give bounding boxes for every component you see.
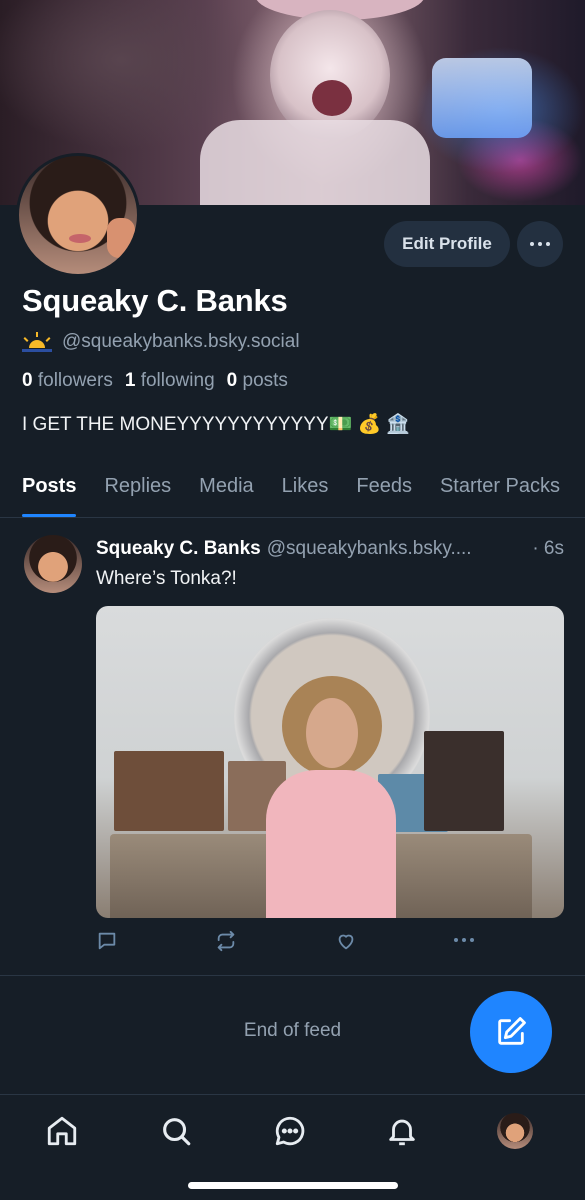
home-indicator: [188, 1182, 398, 1189]
tab-posts[interactable]: Posts: [0, 470, 90, 517]
banner-mouth: [312, 80, 352, 116]
post-header: Squeaky C. Banks @squeakybanks.bsky.... …: [96, 538, 564, 560]
like-icon[interactable]: [334, 930, 358, 957]
post-actions: [96, 930, 564, 958]
search-icon[interactable]: [158, 1113, 194, 1149]
post-text: Where’s Tonka?!: [96, 568, 237, 589]
profile-stats: 0 followers 1 following 0 posts: [22, 370, 288, 392]
nav-profile-avatar[interactable]: [497, 1113, 533, 1149]
following-stat[interactable]: 1 following: [125, 370, 215, 392]
avatar-lips: [69, 234, 91, 243]
feed-divider: [0, 975, 585, 976]
profile-tabs: Posts Replies Media Likes Feeds Starter …: [0, 470, 585, 518]
repost-icon[interactable]: [214, 930, 238, 957]
profile-handle: @squeakybanks.bsky.social: [62, 331, 300, 352]
profile-more-button[interactable]: [517, 221, 563, 267]
image-woman-face: [306, 698, 358, 768]
post-timestamp: · 6s: [532, 538, 564, 559]
profile-avatar[interactable]: [16, 153, 140, 277]
followers-stat[interactable]: 0 followers: [22, 370, 113, 392]
chat-icon[interactable]: [272, 1113, 308, 1149]
profile-bio: I GET THE MONEYYYYYYYYYYYY💵 💰 🏦: [22, 414, 411, 435]
post-image[interactable]: [96, 606, 564, 918]
handle-row: @squeakybanks.bsky.social: [22, 330, 300, 354]
tab-media[interactable]: Media: [185, 470, 267, 517]
compose-icon: [498, 1017, 526, 1045]
post-author-name[interactable]: Squeaky C. Banks: [96, 538, 261, 560]
banner-cooler: [432, 58, 532, 138]
bell-icon[interactable]: [384, 1113, 420, 1149]
tab-replies[interactable]: Replies: [90, 470, 185, 517]
sunrise-icon: [22, 332, 52, 352]
tab-feeds[interactable]: Feeds: [342, 470, 426, 517]
post-author-avatar[interactable]: [24, 535, 82, 593]
banner-body: [200, 120, 430, 205]
home-icon[interactable]: [44, 1113, 80, 1149]
more-icon[interactable]: [454, 938, 474, 942]
image-woman-dress: [266, 770, 396, 918]
posts-stat: 0 posts: [226, 370, 288, 391]
tab-starter-packs[interactable]: Starter Packs: [426, 470, 574, 517]
more-icon: [530, 242, 550, 246]
display-name: Squeaky C. Banks: [22, 283, 288, 318]
image-frame: [424, 731, 504, 831]
tab-likes[interactable]: Likes: [268, 470, 343, 517]
compose-button[interactable]: [470, 991, 552, 1073]
edit-profile-button[interactable]: Edit Profile: [384, 221, 510, 267]
image-frame: [114, 751, 224, 831]
avatar: [497, 1113, 533, 1149]
post-author-handle[interactable]: @squeakybanks.bsky....: [267, 538, 472, 560]
avatar-hand: [107, 218, 135, 258]
reply-icon[interactable]: [96, 930, 118, 957]
